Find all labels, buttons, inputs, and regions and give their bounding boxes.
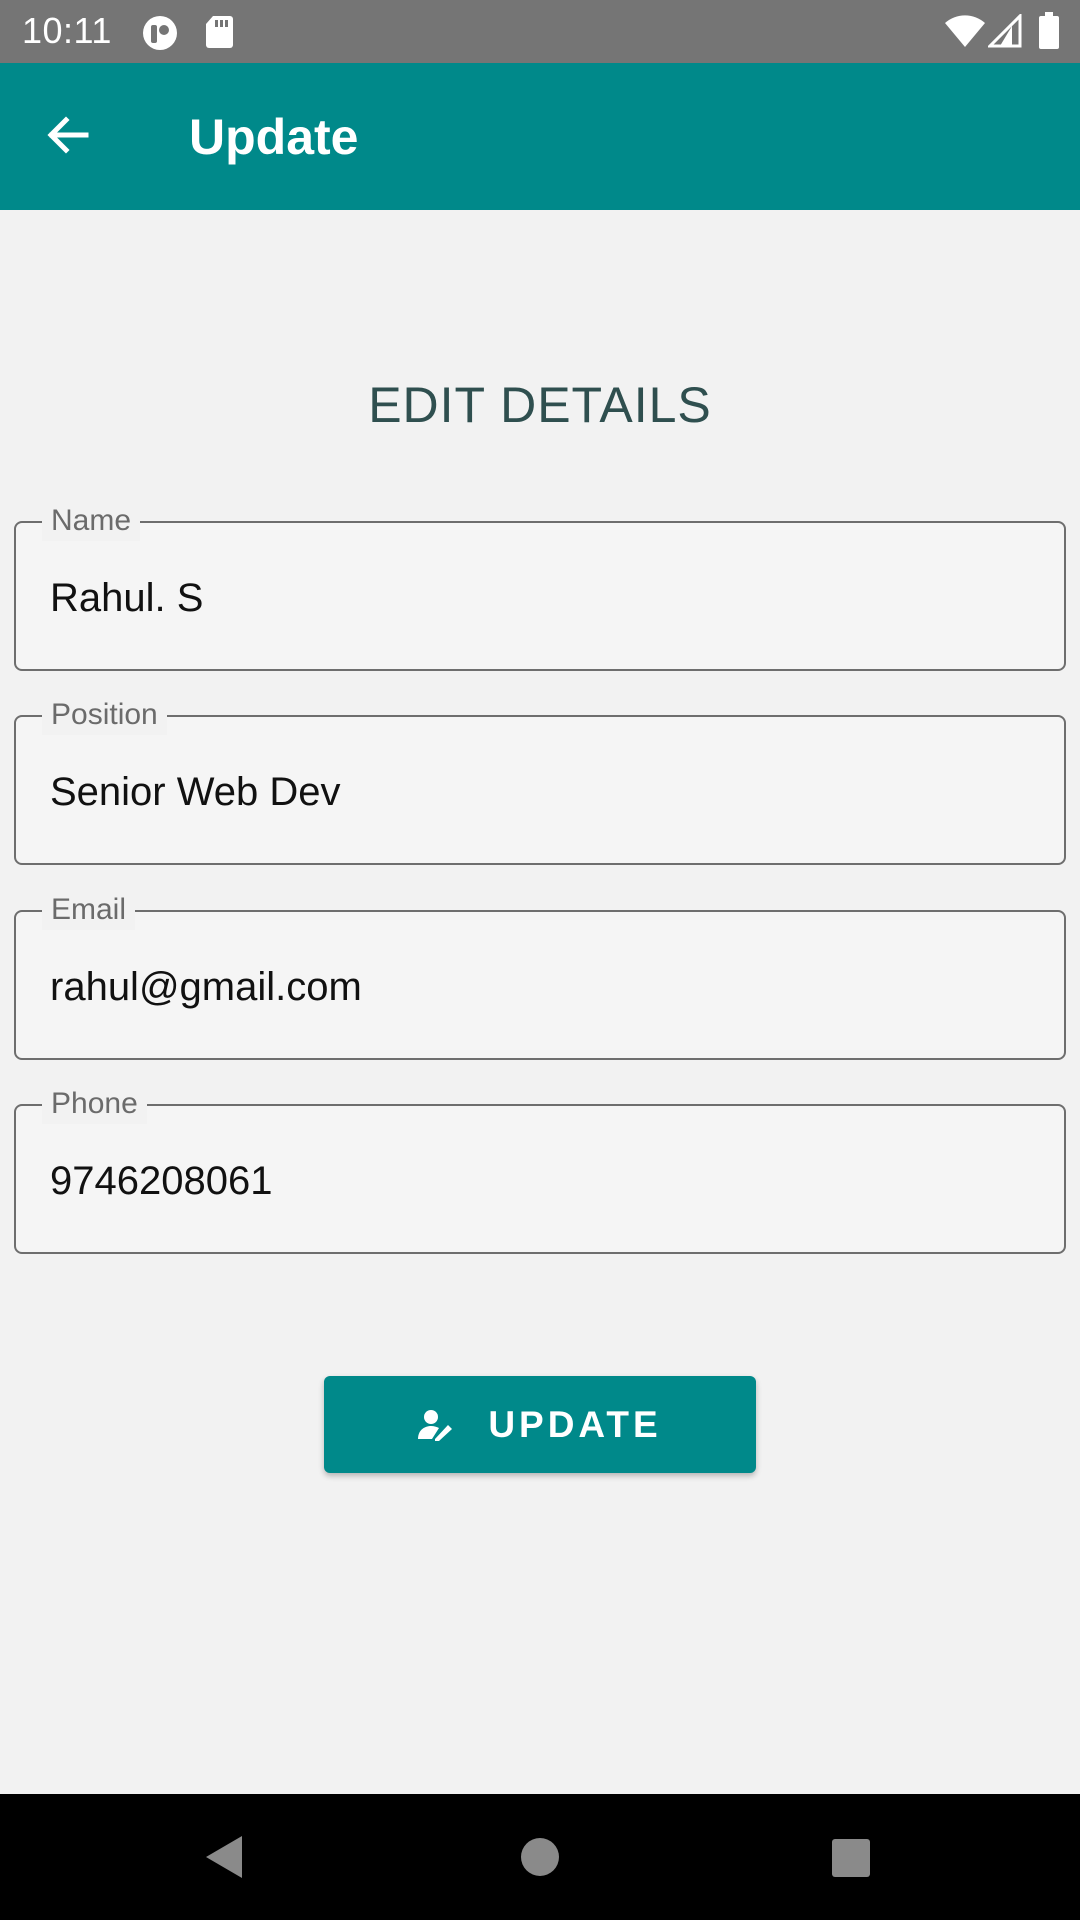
status-bar: 10:11 <box>0 0 1080 63</box>
name-field-label: Name <box>42 501 141 541</box>
status-time: 10:11 <box>22 10 112 51</box>
position-field-label: Position <box>42 695 167 735</box>
position-input[interactable]: Senior Web Dev <box>50 767 1030 817</box>
phone-field[interactable]: Phone 9746208061 <box>14 1084 1066 1254</box>
wifi-icon <box>944 14 986 53</box>
email-input[interactable]: rahul@gmail.com <box>50 962 1030 1012</box>
update-button-label: UPDATE <box>488 1403 662 1445</box>
phone-input[interactable]: 9746208061 <box>50 1156 1030 1206</box>
system-nav-bar <box>0 1794 1080 1920</box>
page-title: Update <box>189 109 359 165</box>
arrow-left-icon <box>44 111 92 164</box>
app-bar: Update <box>0 63 1080 210</box>
app-notification-icon <box>141 14 179 57</box>
email-field-label: Email <box>42 890 136 930</box>
recents-square-icon[interactable] <box>831 1838 871 1883</box>
back-triangle-icon[interactable] <box>204 1834 244 1885</box>
person-edit-icon <box>418 1409 454 1441</box>
update-button[interactable]: UPDATE <box>324 1376 756 1473</box>
form-heading: EDIT DETAILS <box>368 377 712 433</box>
battery-icon <box>1038 12 1060 55</box>
position-field[interactable]: Position Senior Web Dev <box>14 695 1066 865</box>
phone-field-label: Phone <box>42 1084 147 1124</box>
email-field[interactable]: Email rahul@gmail.com <box>14 890 1066 1060</box>
home-circle-icon[interactable] <box>520 1837 560 1882</box>
cellular-signal-icon <box>986 12 1022 53</box>
name-field[interactable]: Name Rahul. S <box>14 501 1066 671</box>
name-input[interactable]: Rahul. S <box>50 573 1030 623</box>
back-button[interactable] <box>28 102 108 172</box>
sd-card-icon <box>204 14 234 55</box>
